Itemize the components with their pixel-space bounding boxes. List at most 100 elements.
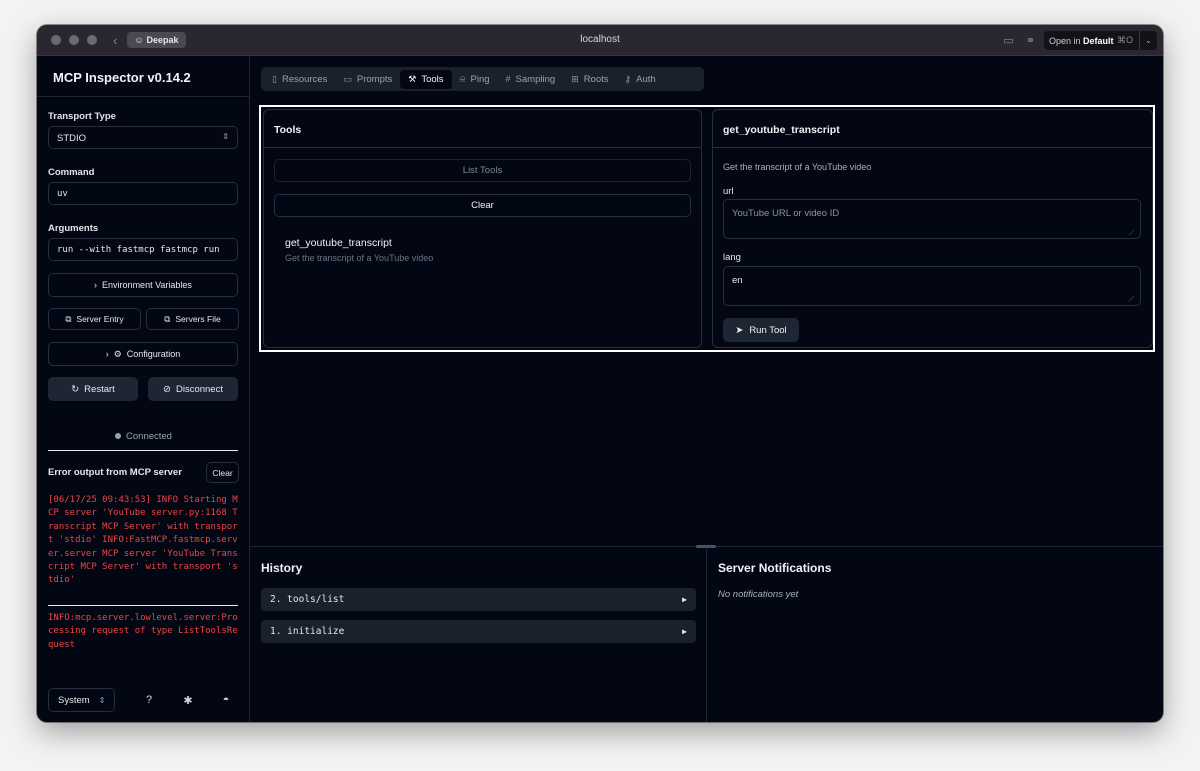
history-item-label: 2. tools/list: [270, 594, 345, 605]
param-label-url: url: [723, 186, 734, 197]
tab-tools[interactable]: ⚒ Tools: [400, 69, 452, 89]
tab-bar: ▯ Resources ▭ Prompts ⚒ Tools ⍾ Ping # S…: [261, 67, 704, 91]
arguments-input[interactable]: run --with fastmcp fastmcp run: [48, 238, 238, 261]
url-input[interactable]: YouTube URL or video ID: [723, 199, 1141, 239]
tab-sampling[interactable]: # Sampling: [498, 70, 564, 89]
disconnect-button[interactable]: ⊘ Disconnect: [148, 377, 238, 401]
file-icon: ▯: [272, 73, 277, 84]
history-title: History: [261, 561, 303, 575]
arguments-label: Arguments: [48, 223, 99, 234]
link-icon[interactable]: ⚭: [1026, 34, 1035, 47]
tab-label: Sampling: [515, 73, 556, 85]
status-dot-icon: [115, 433, 122, 440]
help-icon[interactable]: ?: [142, 694, 156, 706]
tools-container: Tools List Tools Clear get_youtube_trans…: [259, 105, 1155, 352]
zoom-window-button[interactable]: [87, 35, 97, 45]
clear-tools-button[interactable]: Clear: [274, 194, 691, 217]
sidebar-footer: System ⇕ ? ✱ ◓: [48, 688, 238, 712]
clear-errors-button[interactable]: Clear: [206, 462, 239, 483]
environment-variables-label: Environment Variables: [102, 280, 192, 290]
address-bar[interactable]: localhost: [37, 34, 1163, 45]
history-item-label: 1. initialize: [270, 626, 345, 637]
configuration-label: Configuration: [126, 349, 181, 359]
close-window-button[interactable]: [51, 35, 61, 45]
connection-status: Connected: [37, 431, 250, 442]
hammer-icon: ⚒: [408, 73, 417, 84]
minimize-window-button[interactable]: [69, 35, 79, 45]
tool-description: Get the transcript of a YouTube video: [285, 253, 434, 263]
copy-icon: ⧉: [164, 313, 171, 324]
smile-icon: ☺: [134, 35, 144, 45]
run-tool-button[interactable]: ➤ Run Tool: [723, 318, 799, 342]
app-title: MCP Inspector v0.14.2: [37, 56, 249, 97]
tool-name: get_youtube_transcript: [285, 237, 392, 249]
restart-button[interactable]: ↻ Restart: [48, 377, 138, 401]
param-label-lang: lang: [723, 252, 741, 263]
tab-label: Tools: [421, 73, 444, 85]
environment-variables-button[interactable]: › Environment Variables: [48, 273, 238, 297]
send-icon: ➤: [735, 324, 744, 336]
restart-label: Restart: [84, 383, 115, 395]
tab-roots[interactable]: ⊞ Roots: [563, 70, 616, 89]
chevron-down-icon[interactable]: ⌄: [1139, 31, 1157, 50]
list-tools-button[interactable]: List Tools: [274, 159, 691, 182]
bug-icon[interactable]: ✱: [181, 694, 195, 707]
tools-panel: Tools List Tools Clear get_youtube_trans…: [263, 109, 702, 348]
transport-type-select[interactable]: STDIO ⇕: [48, 126, 238, 149]
tab-prompts[interactable]: ▭ Prompts: [335, 70, 400, 89]
tab-label: Roots: [583, 73, 609, 85]
theme-select[interactable]: System ⇕: [48, 688, 115, 712]
run-tool-label: Run Tool: [749, 324, 787, 336]
error-output-title: Error output from MCP server: [48, 467, 182, 478]
profile-badge[interactable]: ☺ Deepak: [127, 32, 186, 48]
triangle-right-icon: ▶: [682, 595, 687, 604]
configuration-button[interactable]: › ⚙ Configuration: [48, 342, 238, 366]
unplug-icon: ⊘: [163, 383, 171, 395]
command-input[interactable]: uv: [48, 182, 238, 205]
theme-value: System: [58, 694, 90, 706]
disconnect-label: Disconnect: [175, 383, 223, 395]
folder-tree-icon: ⊞: [571, 73, 579, 84]
tab-resources[interactable]: ▯ Resources: [264, 70, 335, 89]
divider: [48, 605, 238, 606]
tab-label: Resources: [281, 73, 328, 85]
notifications-title: Server Notifications: [718, 561, 832, 575]
browser-window: ‹ ☺ Deepak localhost ▭ ⚭ Open in Default…: [37, 25, 1163, 722]
rotate-icon: ↻: [71, 383, 80, 395]
list-item[interactable]: get_youtube_transcript Get the transcrip…: [285, 237, 433, 263]
open-in-shortcut: ⌘O: [1116, 35, 1133, 45]
chevron-updown-icon: ⇕: [98, 695, 106, 705]
tool-detail-title: get_youtube_transcript: [713, 110, 1152, 148]
lang-input[interactable]: en: [723, 266, 1141, 306]
resize-grip-icon[interactable]: ⟋: [1129, 230, 1134, 238]
transport-type-label: Transport Type: [48, 111, 116, 122]
open-in-target: Default: [1083, 35, 1114, 46]
message-icon: ▭: [343, 73, 352, 84]
resize-grip-icon[interactable]: ⟋: [1129, 296, 1134, 304]
tab-label: Ping: [470, 73, 490, 85]
tab-label: Auth: [636, 73, 656, 85]
divider: [48, 450, 238, 451]
back-arrow-icon[interactable]: ‹: [113, 33, 117, 48]
servers-file-button[interactable]: ⧉ Servers File: [146, 308, 239, 330]
chevron-updown-icon: ⇕: [222, 132, 229, 141]
history-item[interactable]: 1. initialize ▶: [261, 620, 696, 643]
profile-name: Deepak: [146, 35, 179, 45]
connection-status-text: Connected: [126, 431, 172, 442]
server-entry-label: Server Entry: [76, 314, 124, 324]
server-entry-button[interactable]: ⧉ Server Entry: [48, 308, 141, 330]
tab-auth[interactable]: ⚷ Auth: [617, 70, 664, 89]
log-entry: INFO:mcp.server.lowlevel.server:Processi…: [48, 613, 238, 650]
open-in-button[interactable]: Open in Default ⌘O ⌄: [1044, 31, 1157, 50]
sidebar: MCP Inspector v0.14.2 Transport Type STD…: [37, 56, 250, 722]
bell-icon: ⍾: [459, 73, 466, 84]
tab-ping[interactable]: ⍾ Ping: [452, 70, 498, 89]
tools-panel-title: Tools: [264, 110, 701, 148]
tool-detail-panel: get_youtube_transcript Get the transcrip…: [712, 109, 1153, 348]
history-item[interactable]: 2. tools/list ▶: [261, 588, 696, 611]
servers-file-label: Servers File: [175, 314, 221, 324]
cast-icon[interactable]: ▭: [1003, 34, 1013, 47]
github-icon[interactable]: ◓: [219, 694, 233, 706]
notifications-empty: No notifications yet: [718, 589, 799, 600]
triangle-right-icon: ▶: [682, 627, 687, 636]
